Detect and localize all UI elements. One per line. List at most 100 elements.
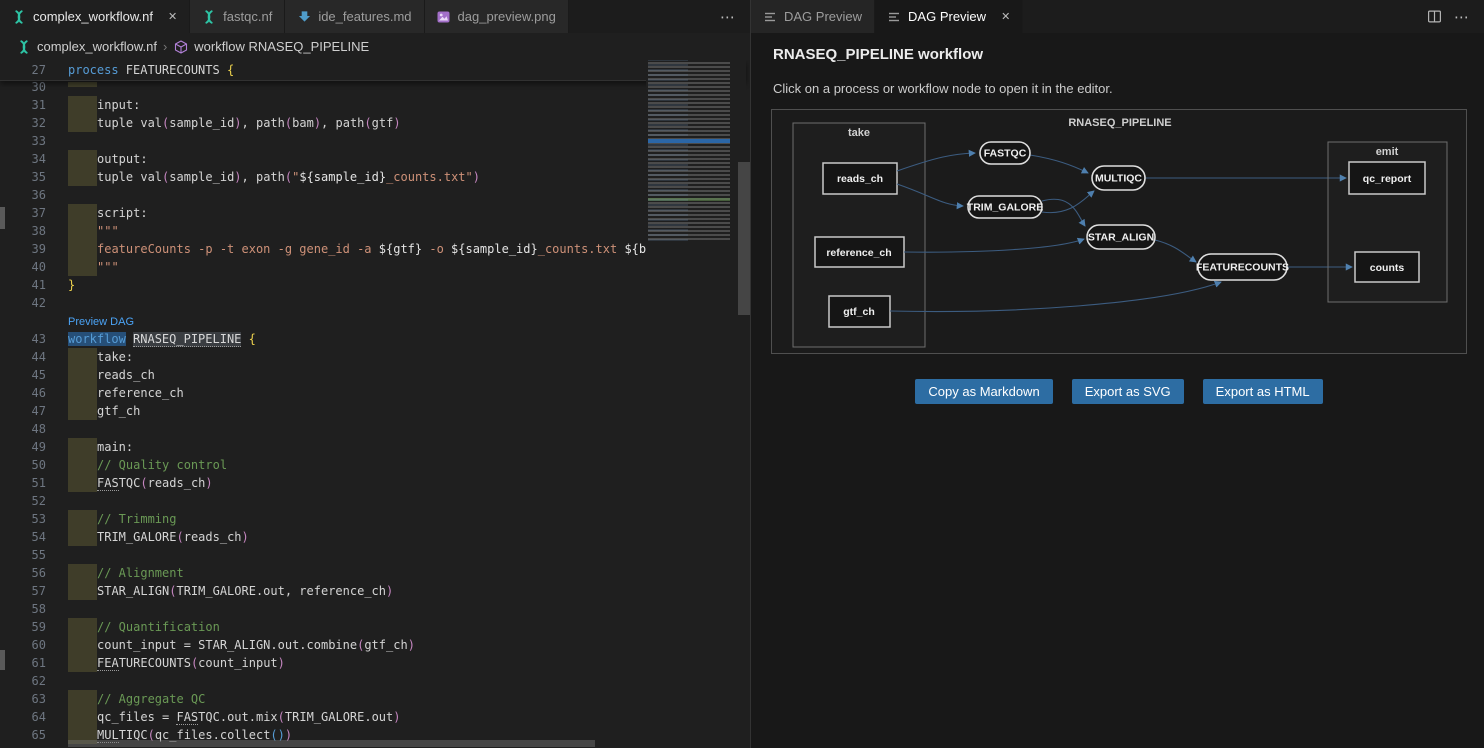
line-number: 31 bbox=[0, 96, 46, 114]
indent-highlight bbox=[68, 654, 97, 672]
close-icon[interactable]: ✕ bbox=[1001, 10, 1010, 23]
indent-highlight bbox=[68, 384, 97, 402]
tab-dag-preview-1[interactable]: DAG Preview bbox=[751, 0, 875, 33]
indent-highlight bbox=[68, 168, 97, 186]
window-edge-mark-bottom bbox=[0, 650, 5, 670]
markdown-icon bbox=[297, 10, 311, 24]
breadcrumb-separator-icon: › bbox=[163, 39, 167, 54]
minimap-code-pattern-accent bbox=[648, 60, 688, 242]
tab-fastqc-nf[interactable]: fastqc.nf bbox=[190, 0, 285, 33]
preview-icon bbox=[887, 10, 901, 24]
code-line-52: 52 bbox=[0, 492, 750, 510]
code-line-58: 58 bbox=[0, 600, 750, 618]
edge-STAR_ALIGN-FEATURECOUNTS bbox=[1155, 240, 1196, 262]
edge-FASTQC-MULTIQC bbox=[1030, 155, 1088, 173]
indent-highlight bbox=[68, 366, 97, 384]
code-editor[interactable]: 3031input:32tuple val(sample_id), path(b… bbox=[0, 60, 750, 748]
line-number: 51 bbox=[0, 474, 46, 492]
tab-label: DAG Preview bbox=[784, 9, 862, 24]
line-number: 38 bbox=[0, 222, 46, 240]
breadcrumb-file[interactable]: complex_workflow.nf bbox=[37, 39, 157, 54]
line-number: 27 bbox=[0, 60, 46, 81]
image-icon bbox=[437, 10, 451, 24]
indent-highlight bbox=[68, 582, 97, 600]
code-line-61: 61FEATURECOUNTS(count_input) bbox=[0, 654, 750, 672]
minimap[interactable] bbox=[646, 60, 746, 748]
dag-node-gtf-ch[interactable] bbox=[829, 296, 890, 327]
tab-dag-preview-png[interactable]: dag_preview.png bbox=[425, 0, 569, 33]
line-number: 50 bbox=[0, 456, 46, 474]
vertical-scrollbar[interactable] bbox=[738, 162, 750, 315]
sticky-scroll-line[interactable]: 27process FEATURECOUNTS { bbox=[0, 60, 746, 81]
emit-label: emit bbox=[1376, 146, 1399, 158]
nextflow-file-icon bbox=[16, 39, 31, 54]
tab-ide-features-md[interactable]: ide_features.md bbox=[285, 0, 424, 33]
code-line-50: 50// Quality control bbox=[0, 456, 750, 474]
export-as-svg-button[interactable]: Export as SVG bbox=[1072, 379, 1184, 404]
horizontal-scrollbar[interactable] bbox=[68, 740, 595, 747]
code-line-43: 43workflow RNASEQ_PIPELINE { bbox=[0, 330, 750, 348]
codelens-row: Preview DAG bbox=[0, 312, 750, 330]
indent-highlight bbox=[68, 114, 97, 132]
code-lines: 3031input:32tuple val(sample_id), path(b… bbox=[0, 78, 750, 748]
edge-reference_ch-STAR_ALIGN bbox=[904, 239, 1084, 252]
tab-complex-workflow-nf[interactable]: complex_workflow.nf ✕ bbox=[0, 0, 190, 33]
partial-line-sliver bbox=[68, 82, 97, 87]
preview-tab-actions: ⋯ bbox=[1427, 0, 1470, 33]
split-editor-icon[interactable] bbox=[1427, 9, 1442, 24]
code-line-42: 42 bbox=[0, 294, 750, 312]
codelens-preview-dag[interactable]: Preview DAG bbox=[68, 316, 134, 328]
dag-node-star-align[interactable] bbox=[1087, 225, 1155, 249]
line-number: 54 bbox=[0, 528, 46, 546]
copy-as-markdown-button[interactable]: Copy as Markdown bbox=[915, 379, 1052, 404]
indent-highlight bbox=[68, 636, 97, 654]
symbol-cube-icon bbox=[173, 39, 188, 54]
tab-label: complex_workflow.nf bbox=[33, 9, 153, 24]
edge-gtf_ch-FEATURECOUNTS bbox=[890, 282, 1221, 312]
more-actions-icon[interactable]: ⋯ bbox=[1454, 8, 1470, 26]
line-number: 48 bbox=[0, 420, 46, 438]
line-number: 40 bbox=[0, 258, 46, 276]
indent-highlight bbox=[68, 258, 97, 276]
line-number: 59 bbox=[0, 618, 46, 636]
code-line-38: 38""" bbox=[0, 222, 750, 240]
line-number: 61 bbox=[0, 654, 46, 672]
code-line-47: 47gtf_ch bbox=[0, 402, 750, 420]
workbench: complex_workflow.nf ✕ fastqc.nfide_feature… bbox=[0, 0, 1484, 748]
tab-label: dag_preview.png bbox=[458, 9, 556, 24]
preview-group: DAG Preview DAG Preview✕ ⋯ RNASEQ_PIPELIN… bbox=[750, 0, 1484, 748]
close-icon[interactable]: ✕ bbox=[168, 10, 177, 23]
line-number: 42 bbox=[0, 294, 46, 312]
line-number: 32 bbox=[0, 114, 46, 132]
indent-highlight bbox=[68, 618, 97, 636]
code-line-39: 39featureCounts -p -t exon -g gene_id -a… bbox=[0, 240, 750, 258]
code-line-36: 36 bbox=[0, 186, 750, 204]
dag-node-fastqc[interactable] bbox=[980, 142, 1030, 164]
line-number: 37 bbox=[0, 204, 46, 222]
line-number: 64 bbox=[0, 708, 46, 726]
window-edge-mark-top bbox=[0, 207, 5, 229]
nextflow-icon bbox=[12, 10, 26, 24]
dag-node-qc-report[interactable] bbox=[1349, 162, 1425, 194]
dag-node-trim-galore[interactable] bbox=[968, 196, 1042, 218]
code-line-55: 55 bbox=[0, 546, 750, 564]
breadcrumb-symbol[interactable]: workflow RNASEQ_PIPELINE bbox=[194, 39, 369, 54]
dag-node-counts[interactable] bbox=[1355, 252, 1419, 282]
dag-process-nodes: FASTQC TRIM_GALORE MULTIQC STAR_ALIGN FE… bbox=[967, 142, 1289, 280]
code-line-48: 48 bbox=[0, 420, 750, 438]
tab-dag-preview-2[interactable]: DAG Preview✕ bbox=[875, 0, 1023, 33]
editor-tabs: complex_workflow.nf ✕ fastqc.nfide_feature… bbox=[0, 0, 569, 33]
dag-node-multiqc[interactable] bbox=[1092, 166, 1145, 190]
preview-icon bbox=[763, 10, 777, 24]
dag-node-reference-ch[interactable] bbox=[815, 237, 904, 267]
dag-preview-webview: RNASEQ_PIPELINE workflow Click on a proc… bbox=[751, 33, 1484, 748]
more-actions-icon[interactable]: ⋯ bbox=[720, 8, 736, 26]
indent-highlight bbox=[68, 456, 97, 474]
line-number: 47 bbox=[0, 402, 46, 420]
indent-highlight bbox=[68, 96, 97, 114]
dag-node-reads-ch[interactable] bbox=[823, 163, 897, 194]
code-line-59: 59// Quantification bbox=[0, 618, 750, 636]
export-as-html-button[interactable]: Export as HTML bbox=[1203, 379, 1323, 404]
dag-node-featurecounts[interactable] bbox=[1198, 254, 1287, 280]
code-line-57: 57STAR_ALIGN(TRIM_GALORE.out, reference_… bbox=[0, 582, 750, 600]
